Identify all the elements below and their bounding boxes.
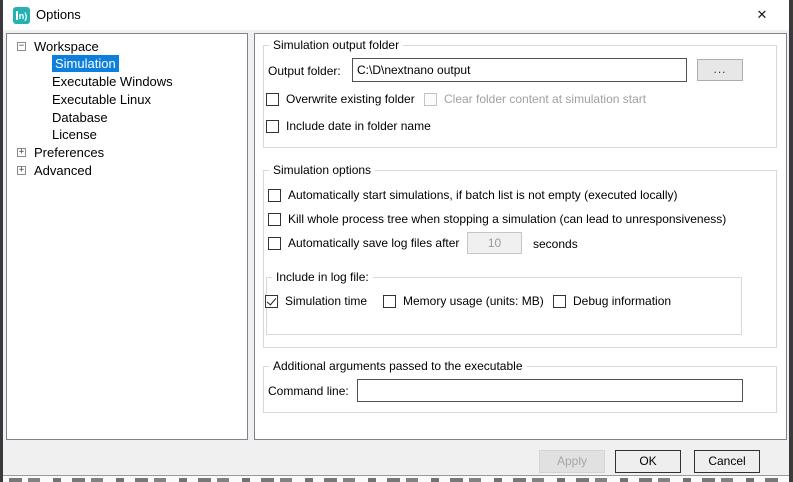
logo-text: n) (19, 11, 28, 21)
include-date-checkbox[interactable]: Include date in folder name (266, 119, 431, 133)
checkbox-box (268, 213, 281, 226)
simulation-time-checkbox[interactable]: Simulation time (265, 294, 367, 308)
background-window-bottom-strip (3, 475, 789, 482)
auto-save-seconds-input (467, 232, 522, 254)
kill-process-tree-checkbox[interactable]: Kill whole process tree when stopping a … (268, 212, 726, 226)
group-title: Simulation options (269, 163, 375, 177)
overwrite-existing-folder-checkbox[interactable]: Overwrite existing folder (266, 92, 415, 106)
command-line-label: Command line: (268, 384, 349, 398)
checkbox-box (268, 237, 281, 250)
collapse-icon[interactable]: − (17, 42, 26, 51)
cancel-button[interactable]: Cancel (694, 450, 760, 473)
checkbox-box (383, 295, 396, 308)
tree-item-advanced[interactable]: + Advanced (8, 162, 246, 179)
tree-item-executable-windows[interactable]: Executable Windows (8, 73, 246, 90)
group-title: Simulation output folder (269, 38, 403, 52)
options-dialog-screen: n) Options ✕ − Workspace Simulation Exec… (0, 0, 793, 482)
expand-icon[interactable]: + (17, 166, 26, 175)
output-folder-label: Output folder: (268, 64, 341, 78)
logo-bar (16, 11, 18, 20)
checkbox-box-checked (265, 295, 278, 308)
group-title: Include in log file: (272, 270, 373, 284)
window-title: Options (36, 0, 81, 30)
tree-item-workspace[interactable]: − Workspace (8, 38, 246, 55)
auto-start-simulations-checkbox[interactable]: Automatically start simulations, if batc… (268, 188, 677, 202)
memory-usage-checkbox[interactable]: Memory usage (units: MB) (383, 294, 544, 308)
auto-save-log-checkbox[interactable]: Automatically save log files after (268, 236, 459, 250)
checkbox-box (553, 295, 566, 308)
background-window-left-edge (0, 0, 3, 482)
ok-button[interactable]: OK (615, 450, 681, 473)
tree-item-database[interactable]: Database (8, 109, 246, 126)
command-line-input[interactable] (357, 379, 743, 402)
apply-button[interactable]: Apply (539, 450, 605, 473)
checkbox-box (268, 189, 281, 202)
checkbox-box (266, 93, 279, 106)
background-window-right-edge (789, 0, 793, 482)
title-bar: n) Options ✕ (3, 0, 789, 30)
output-folder-input[interactable] (352, 58, 687, 82)
clear-folder-content-checkbox: Clear folder content at simulation start (424, 92, 646, 106)
debug-information-checkbox[interactable]: Debug information (553, 294, 671, 308)
seconds-label: seconds (533, 237, 578, 251)
checkbox-box (266, 120, 279, 133)
expand-icon[interactable]: + (17, 148, 26, 157)
tree-item-license[interactable]: License (8, 126, 246, 143)
tree-item-simulation[interactable]: Simulation (8, 55, 246, 72)
tree-item-preferences[interactable]: + Preferences (8, 144, 246, 161)
browse-button[interactable]: ... (697, 59, 743, 81)
checkbox-box (424, 93, 437, 106)
tree-item-executable-linux[interactable]: Executable Linux (8, 91, 246, 108)
background-text-smudge (9, 478, 783, 482)
group-title: Additional arguments passed to the execu… (269, 359, 527, 373)
close-icon[interactable]: ✕ (745, 0, 779, 30)
nextnano-logo-icon: n) (13, 7, 30, 24)
settings-tree: − Workspace Simulation Executable Window… (6, 33, 248, 440)
